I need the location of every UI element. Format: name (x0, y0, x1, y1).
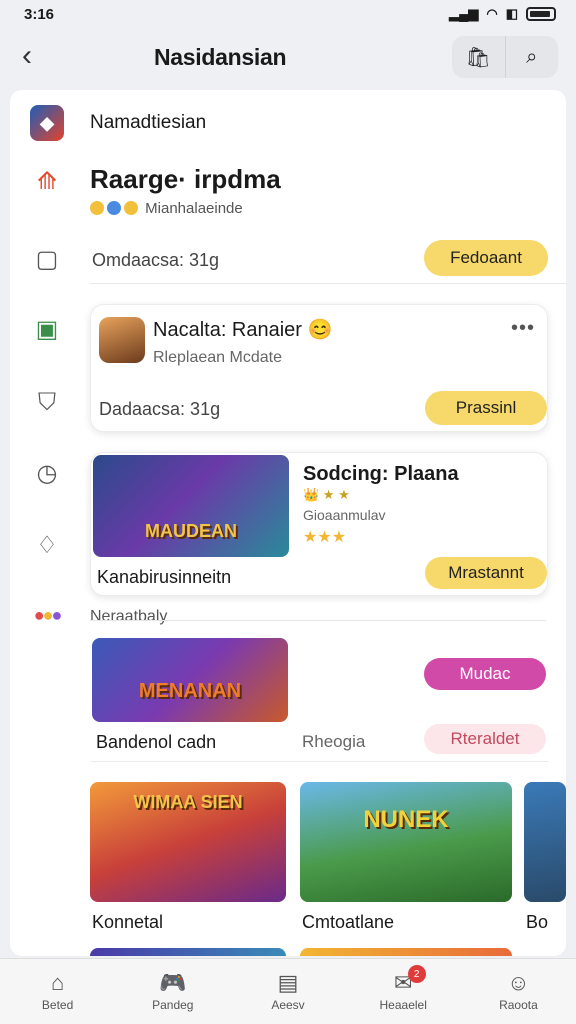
thumbnail-title: WIMAA SIEN (133, 792, 243, 812)
back-button[interactable]: ‹ (22, 41, 32, 71)
grid-caption: Bo (526, 912, 549, 932)
profile-icon: ☺ (507, 969, 530, 995)
image-icon[interactable]: ▣ (30, 312, 64, 346)
bottom-nav: ⌂ Beted 🎮 Pandeg ▤ Aeesv ✉ 2 Heaaelel ☺ … (0, 958, 576, 1024)
game-row[interactable]: MENANAN Bandenol cadn Rheogia Mudac Rter… (90, 638, 548, 762)
status-bar: 3:16 ▂▄▆ ◠ ◧ (0, 0, 576, 28)
game-thumbnail[interactable] (524, 782, 566, 902)
nav-label: Raoota (499, 997, 538, 1012)
coin-icon (90, 201, 104, 215)
status-time: 3:16 (24, 5, 55, 23)
card-caption: Bandenol cadn (96, 732, 217, 752)
page-title: Nasidansian (154, 44, 287, 70)
nav-label: Heaaelel (379, 997, 427, 1012)
star-icon (124, 201, 138, 215)
game-thumbnail[interactable] (90, 948, 286, 956)
thumbnail-title: NUNEK (363, 806, 449, 833)
app-header: ‹ Nasidansian 🛍 ⌕ (0, 28, 576, 88)
bell-icon[interactable]: ♢ (30, 528, 64, 562)
secondary-button[interactable]: Rteraldet (424, 724, 546, 754)
section-label: Namadtiesian (90, 112, 207, 133)
card-caption: Kanabirusinneitn (97, 567, 232, 587)
rating-row: 👑 ★ ★ (303, 487, 350, 502)
clock-icon[interactable]: ◷ (30, 456, 64, 490)
search-icon[interactable]: ⌕ (504, 36, 559, 78)
card-subtitle: Rleplaean Mcdate (153, 349, 282, 366)
shield-icon[interactable]: ⛉ (30, 386, 64, 420)
avatar (99, 317, 145, 363)
grid-caption: Cmtoatlane (302, 912, 395, 932)
side-rail: ◆ ⟰ ▢ ▣ ⛉ ◷ ♢ ● ● ● (10, 90, 84, 956)
gamepad-icon: 🎮 (159, 969, 187, 995)
game-thumbnail[interactable]: MAUDEAN (93, 455, 289, 557)
card-subtitle: Gioaanmulav (303, 507, 386, 523)
card-meta: Dadaacsa: 31g (99, 399, 221, 419)
list-icon: ▤ (277, 969, 299, 995)
main-content: ◆ ⟰ ▢ ▣ ⛉ ◷ ♢ ● ● ● Namadtiesian Raarge· i… (10, 90, 566, 956)
card-title: Sodcing: Plaana (303, 463, 459, 485)
nav-label: Aeesv (271, 997, 305, 1012)
nav-library[interactable]: ▤ Aeesv (230, 959, 345, 1024)
nav-label: Pandeg (152, 997, 194, 1012)
section-heading: Neraatbaly (90, 608, 168, 625)
play-button[interactable]: Mudac (424, 658, 546, 690)
app-card[interactable]: Nacalta: Ranaier 😊 Rleplaean Mcdate ••• … (90, 304, 548, 432)
nav-messages[interactable]: ✉ 2 Heaaelel (346, 959, 461, 1024)
home-icon: ⌂ (50, 969, 65, 995)
game-thumbnail[interactable]: WIMAA SIEN (90, 782, 286, 902)
signal-icon: ▂▄▆ (449, 6, 479, 21)
divider (90, 620, 546, 621)
card-title: Nacalta: Ranaier 😊 (153, 319, 333, 341)
top-section: Namadtiesian Raarge· irpdma Mianhalaeind… (90, 90, 566, 284)
nav-games[interactable]: 🎮 Pandeg (115, 959, 230, 1024)
document-icon[interactable]: ▢ (30, 242, 64, 276)
install-button[interactable]: Prassinl (425, 391, 547, 425)
thumbnail-title: MAUDEAN (145, 521, 237, 541)
shield-badge-icon (107, 201, 121, 215)
featured-title: Raarge· irpdma (90, 164, 281, 194)
install-button[interactable]: Mrastannt (425, 557, 547, 589)
smile-icon: 😊 (307, 319, 333, 341)
game-thumbnail[interactable]: MENANAN (92, 638, 288, 722)
battery-icon (526, 7, 556, 21)
feature-button[interactable]: Fedoaant (424, 240, 548, 276)
nav-home[interactable]: ⌂ Beted (0, 959, 115, 1024)
more-icon[interactable]: ••• (511, 317, 535, 340)
network-icon: ◧ (505, 6, 518, 21)
game-thumbnail[interactable] (300, 948, 512, 956)
chart-icon[interactable]: ⟰ (30, 164, 64, 198)
nav-label: Beted (41, 997, 74, 1012)
dots-icon[interactable]: ● ● ● (30, 598, 64, 632)
badge-text: Mianhalaeinde (145, 200, 243, 217)
star-rating: ★★★ (303, 529, 347, 546)
wifi-icon: ◠ (486, 6, 498, 21)
game-thumbnail[interactable]: NUNEK (300, 782, 512, 902)
header-actions: 🛍 ⌕ (452, 36, 558, 78)
game-card[interactable]: MAUDEAN Sodcing: Plaana 👑 ★ ★ Gioaanmula… (90, 452, 548, 596)
bag-icon[interactable]: 🛍 (452, 36, 505, 78)
app-logo[interactable]: ◆ (30, 105, 64, 141)
grid-caption: Konnetal (92, 912, 164, 932)
nav-profile[interactable]: ☺ Raoota (461, 959, 576, 1024)
card-meta: Rheogia (302, 732, 366, 751)
status-icons: ▂▄▆ ◠ ◧ (449, 6, 556, 22)
badge-row: Mianhalaeinde (90, 200, 243, 217)
featured-sub: Omdaacsa: 31g (92, 250, 220, 270)
notification-badge: 2 (407, 965, 426, 983)
thumbnail-title: MENANAN (138, 680, 242, 702)
